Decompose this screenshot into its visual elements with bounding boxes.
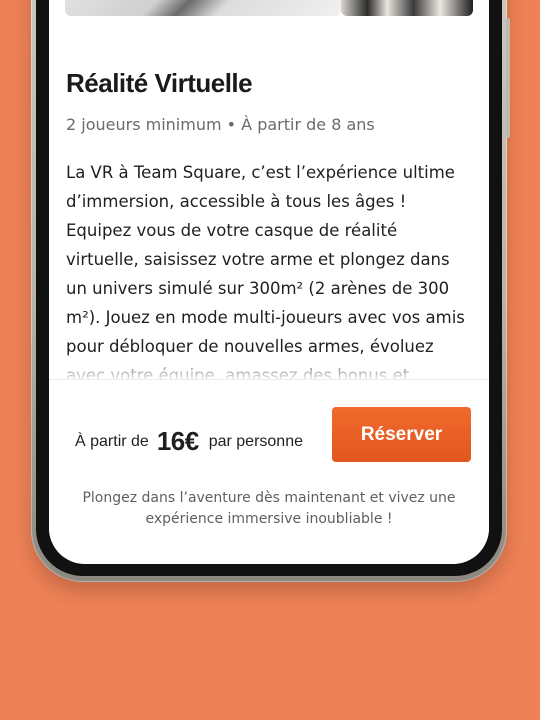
gallery-image-main[interactable] [65,0,341,16]
app-screen: Réalité Virtuelle 2 joueurs minimum • À … [49,0,489,564]
description-fade [49,352,489,382]
gallery-image-side[interactable] [341,0,473,16]
phone-bezel: Réalité Virtuelle 2 joueurs minimum • À … [36,0,502,576]
activity-details: Réalité Virtuelle 2 joueurs minimum • À … [66,68,472,390]
phone-side-button [506,18,510,138]
activity-subtitle: 2 joueurs minimum • À partir de 8 ans [66,115,375,134]
photo-gallery[interactable] [65,0,473,16]
activity-title: Réalité Virtuelle [66,68,253,98]
price-suffix: par personne [208,432,303,450]
booking-bar: À partir de 16€ par personne Réserver Pl… [49,379,489,564]
price-info: À partir de 16€ par personne [75,426,303,457]
phone-mockup: Réalité Virtuelle 2 joueurs minimum • À … [31,0,510,582]
reserve-button[interactable]: Réserver [332,407,471,462]
booking-tagline: Plongez dans l’aventure dès maintenant e… [82,490,456,527]
price-prefix: À partir de [75,432,149,450]
price-amount: 16€ [156,426,199,456]
